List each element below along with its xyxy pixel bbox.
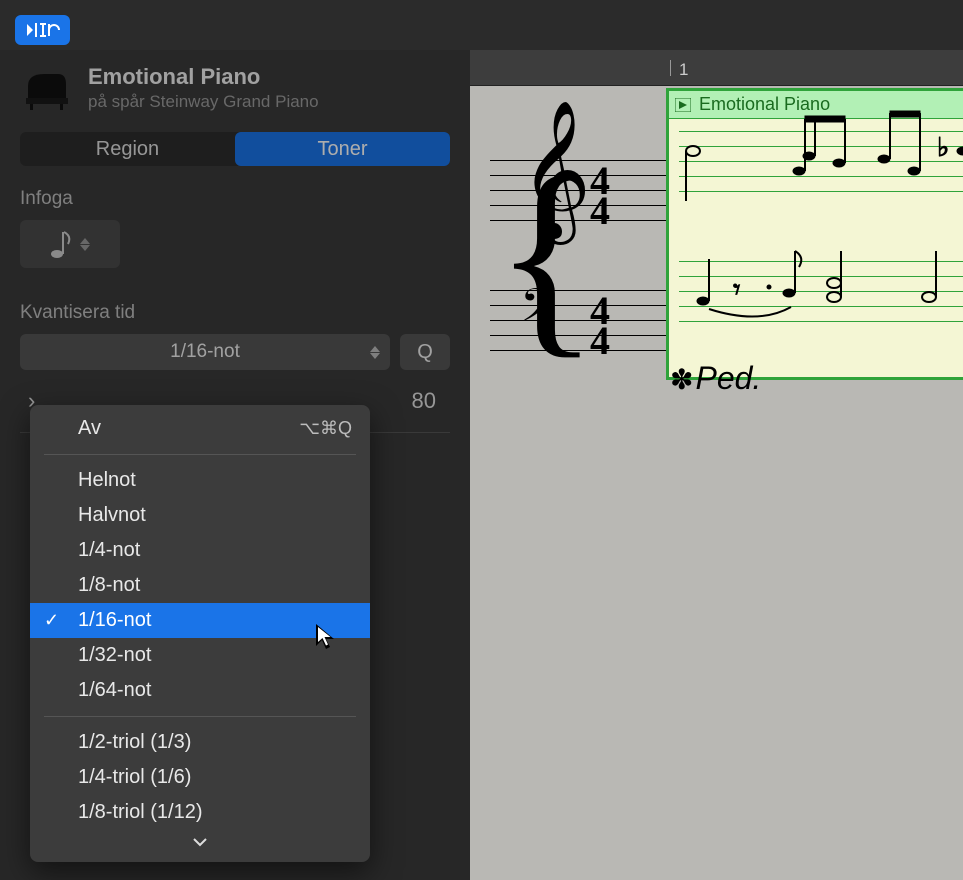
value-right: 80 [412, 388, 436, 414]
quantize-apply-button[interactable]: Q [400, 334, 450, 370]
option-label: 1/4-triol (1/6) [78, 766, 191, 789]
region-staff: ♭ 𝄾 [679, 101, 963, 341]
quantize-option[interactable]: 1/4-not [30, 533, 370, 568]
chevron-up-icon [80, 238, 90, 244]
notes-glyphs: ♭ 𝄾 [679, 101, 963, 341]
insert-label: Infoga [20, 188, 450, 210]
quantize-option[interactable]: 1/8-triol (1/12) [30, 795, 370, 830]
option-label: Helnot [78, 469, 136, 492]
region-title: Emotional Piano [88, 64, 319, 90]
staff-system-header: { 𝄞 𝄢 4 4 4 4 [490, 130, 670, 390]
quantize-label: Kvantisera tid [20, 302, 450, 324]
option-label: 1/16-not [78, 609, 151, 632]
inspector-tabs: Region Toner [20, 132, 450, 166]
bar-ruler[interactable]: 1 [470, 50, 963, 86]
shortcut-label: ⌥⌘Q [299, 418, 352, 439]
option-label: 1/4-not [78, 539, 140, 562]
mouse-cursor [314, 622, 336, 655]
quantize-option[interactable]: 1/64-not [30, 673, 370, 708]
check-icon: ✓ [44, 610, 59, 631]
option-label: Halvnot [78, 504, 146, 527]
pedal-release-icon: ✽ [670, 365, 693, 396]
tab-region[interactable]: Region [20, 132, 235, 166]
option-label: 1/8-not [78, 574, 140, 597]
quantize-selected-value: 1/16-not [170, 341, 240, 363]
eighth-note-icon [50, 228, 72, 260]
insert-note-picker[interactable] [20, 220, 120, 268]
score-editor[interactable]: 1 { 𝄞 𝄢 4 4 4 4 Emotional Piano [470, 50, 963, 880]
catch-playhead-button[interactable] [15, 15, 70, 45]
midi-region[interactable]: Emotional Piano [666, 88, 963, 380]
tab-toner[interactable]: Toner [235, 132, 450, 166]
option-label: 1/64-not [78, 679, 151, 702]
bass-clef-icon: 𝄢 [520, 280, 556, 345]
pedal-marking: ✽Ped. [670, 360, 761, 397]
svg-text:𝄾: 𝄾 [733, 274, 740, 305]
timesig-top-den: 4 [590, 196, 610, 226]
insert-stepper[interactable] [80, 238, 90, 251]
menu-separator [44, 454, 356, 455]
quantize-option[interactable]: Helnot [30, 463, 370, 498]
menu-separator [44, 716, 356, 717]
svg-text:♭: ♭ [937, 132, 949, 162]
quantize-option[interactable]: 1/8-not [30, 568, 370, 603]
track-subtitle: på spår Steinway Grand Piano [88, 92, 319, 112]
pedal-text: Ped. [695, 360, 761, 396]
chevron-down-icon [370, 353, 380, 359]
menu-more-indicator[interactable] [30, 830, 370, 852]
quantize-option[interactable]: 1/2-triol (1/3) [30, 725, 370, 760]
timesig-bot-den: 4 [590, 326, 610, 356]
quantize-option[interactable]: 1/4-triol (1/6) [30, 760, 370, 795]
instrument-icon-piano [20, 62, 72, 114]
quantize-option[interactable]: Halvnot [30, 498, 370, 533]
bar-marker-1: 1 [670, 60, 688, 76]
quantize-stepper[interactable] [370, 346, 380, 359]
option-label: 1/2-triol (1/3) [78, 731, 191, 754]
option-label: 1/32-not [78, 644, 151, 667]
chevron-down-icon [80, 245, 90, 251]
chevron-up-icon [370, 346, 380, 352]
quantize-option-off[interactable]: Av ⌥⌘Q [30, 411, 370, 446]
option-label: 1/8-triol (1/12) [78, 801, 203, 824]
option-label: Av [78, 417, 101, 440]
quantize-select[interactable]: 1/16-not [20, 334, 390, 370]
treble-clef-icon: 𝄞 [520, 130, 591, 210]
chevron-down-icon [192, 837, 208, 847]
